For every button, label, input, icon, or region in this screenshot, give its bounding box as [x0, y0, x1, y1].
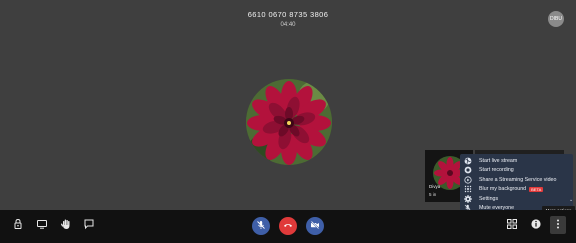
thumbnail-status: 5 in — [429, 192, 437, 197]
gear-icon — [464, 194, 472, 203]
chevron-down-icon: ⌄ — [569, 197, 574, 203]
menu-item-label: Start live stream — [479, 157, 518, 164]
camera-button[interactable] — [306, 217, 324, 235]
security-icon — [12, 217, 24, 235]
tile-view-button[interactable] — [502, 216, 522, 236]
record-icon — [464, 166, 472, 174]
menu-item-label: Start recording — [479, 167, 514, 173]
hangup-button[interactable] — [279, 217, 297, 235]
hangup-icon — [283, 217, 293, 235]
participant-avatar — [246, 79, 332, 165]
call-timer: 04:40 — [280, 22, 296, 28]
top-avatar[interactable]: DIBU — [548, 11, 564, 27]
screen-share-icon — [36, 217, 48, 235]
more-actions-menu: Start live stream Start recording Share … — [460, 154, 573, 214]
blur-icon — [464, 185, 472, 193]
info-button[interactable] — [526, 216, 546, 236]
menu-item-start-live-stream[interactable]: Start live stream — [464, 156, 517, 165]
security-button[interactable] — [8, 216, 28, 236]
beta-badge: BETA — [529, 186, 544, 192]
flower-photo — [246, 79, 332, 165]
raise-hand-button[interactable] — [56, 216, 76, 236]
menu-item-label: Settings — [479, 195, 499, 202]
thumbnail-name: Divya — [429, 184, 441, 189]
menu-item-label: Share a Streaming Service video — [479, 176, 557, 183]
chat-button[interactable] — [79, 216, 99, 236]
tile-view-icon — [506, 217, 518, 235]
menu-item-label: Blur my background — [479, 186, 527, 192]
globe-icon — [464, 157, 472, 165]
more-actions-icon — [556, 216, 560, 234]
play-circle-icon — [464, 175, 472, 184]
microphone-button[interactable] — [252, 217, 270, 235]
call-number: 6610 0670 8735 3806 — [247, 10, 329, 19]
menu-item-share-video[interactable]: Share a Streaming Service video — [464, 175, 556, 184]
menu-item-start-recording[interactable]: Start recording — [464, 166, 514, 175]
screen-share-button[interactable] — [32, 216, 52, 236]
raise-hand-icon — [60, 217, 72, 235]
chat-icon — [83, 217, 95, 235]
info-icon — [530, 217, 542, 235]
camera-muted-icon — [310, 217, 320, 235]
more-actions-button[interactable] — [550, 216, 566, 234]
menu-item-settings[interactable]: Settings — [464, 194, 498, 203]
microphone-muted-icon — [256, 217, 266, 235]
menu-item-blur-background[interactable]: Blur my background BETA — [464, 185, 544, 194]
